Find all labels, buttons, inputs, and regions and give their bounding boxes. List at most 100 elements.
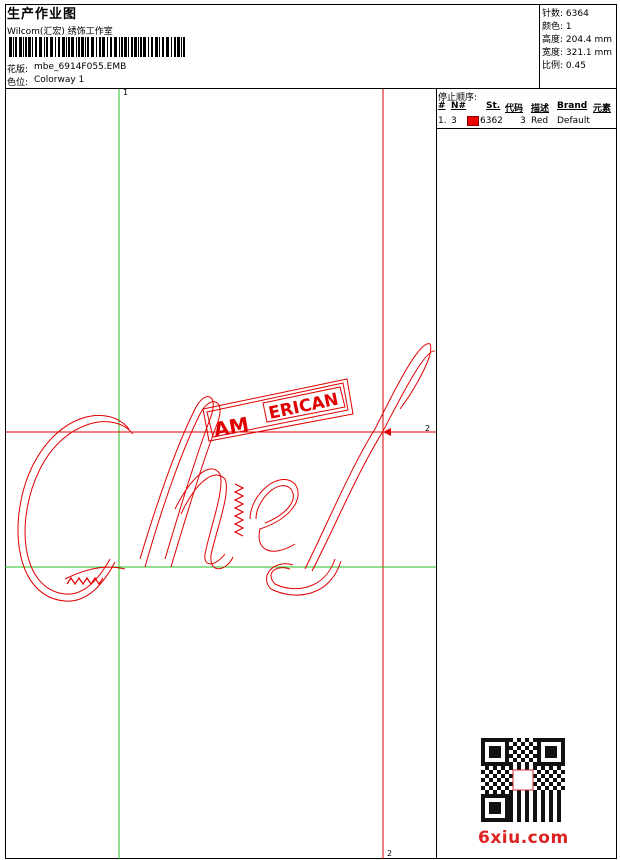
qr-module xyxy=(509,814,513,818)
qr-module xyxy=(493,806,497,810)
qr-module xyxy=(497,810,501,814)
qr-module xyxy=(509,818,513,822)
qr-module xyxy=(485,762,489,766)
qr-module xyxy=(537,750,541,754)
col-needle: N# xyxy=(451,101,467,111)
col-description: 描述 xyxy=(531,104,550,114)
qr-module xyxy=(533,814,537,818)
barcode-bar xyxy=(87,37,89,57)
qr-module xyxy=(517,794,521,798)
qr-module xyxy=(481,786,485,790)
qr-module xyxy=(505,814,509,818)
marker-1: 1 xyxy=(123,89,128,97)
qr-module xyxy=(505,802,509,806)
qr-module xyxy=(517,766,521,770)
qr-module xyxy=(505,786,509,790)
qr-module xyxy=(497,786,501,790)
barcode-bar xyxy=(155,37,158,57)
qr-module xyxy=(545,778,549,782)
colorway-label: 色位: xyxy=(7,78,29,88)
qr-module xyxy=(557,818,561,822)
qr-module xyxy=(561,758,565,762)
barcode-bar xyxy=(9,37,12,57)
qr-module xyxy=(537,738,541,742)
qr-module xyxy=(553,762,557,766)
qr-module xyxy=(493,810,497,814)
barcode xyxy=(9,37,185,57)
qr-module xyxy=(481,802,485,806)
qr-module xyxy=(497,754,501,758)
qr-module xyxy=(533,818,537,822)
watermark: 6xiu.com xyxy=(478,828,569,848)
qr-module xyxy=(509,798,513,802)
qr-module xyxy=(481,818,485,822)
barcode-bar xyxy=(131,37,133,57)
qr-module xyxy=(501,766,505,770)
qr-module xyxy=(545,754,549,758)
design-height: 高度: 204.4 mm xyxy=(542,35,613,45)
qr-code xyxy=(481,738,565,822)
qr-module xyxy=(557,766,561,770)
qr-module xyxy=(509,762,513,766)
qr-module xyxy=(537,742,541,746)
qr-module xyxy=(525,810,529,814)
qr-module xyxy=(505,794,509,798)
qr-module xyxy=(489,746,493,750)
qr-module xyxy=(533,738,537,742)
qr-module xyxy=(481,746,485,750)
qr-module xyxy=(549,754,553,758)
qr-module xyxy=(509,746,513,750)
row-stitches: 6362 xyxy=(480,116,503,126)
qr-module xyxy=(557,814,561,818)
barcode-bar xyxy=(174,37,176,57)
qr-module xyxy=(489,806,493,810)
qr-module xyxy=(541,794,545,798)
qr-module xyxy=(489,778,493,782)
qr-logo xyxy=(512,769,534,791)
qr-module xyxy=(489,762,493,766)
stats-divider xyxy=(539,4,540,89)
barcode-bar xyxy=(128,37,129,57)
qr-module xyxy=(501,790,505,794)
qr-module xyxy=(517,806,521,810)
qr-module xyxy=(549,810,553,814)
barcode-bar xyxy=(55,37,56,57)
qr-module xyxy=(501,794,505,798)
qr-module xyxy=(513,742,517,746)
qr-module xyxy=(481,778,485,782)
design-width: 宽度: 321.1 mm xyxy=(542,48,613,58)
qr-module xyxy=(541,782,545,786)
qr-module xyxy=(541,814,545,818)
qr-module xyxy=(509,810,513,814)
qr-module xyxy=(485,738,489,742)
stop-panel-row-divider xyxy=(436,128,617,129)
qr-module xyxy=(549,794,553,798)
qr-module xyxy=(533,746,537,750)
qr-module xyxy=(525,818,529,822)
barcode-bar xyxy=(58,37,60,57)
qr-module xyxy=(505,798,509,802)
qr-module xyxy=(497,802,501,806)
row-code: 3 xyxy=(520,116,526,126)
qr-module xyxy=(553,746,557,750)
barcode-bar xyxy=(28,37,31,57)
qr-module xyxy=(553,738,557,742)
qr-module xyxy=(493,802,497,806)
qr-module xyxy=(501,782,505,786)
qr-module xyxy=(497,818,501,822)
qr-module xyxy=(525,790,529,794)
qr-module xyxy=(525,794,529,798)
qr-module xyxy=(529,750,533,754)
qr-module xyxy=(493,746,497,750)
qr-module xyxy=(525,754,529,758)
qr-module xyxy=(517,746,521,750)
design-scale: 比例: 0.45 xyxy=(542,61,586,71)
qr-module xyxy=(553,778,557,782)
qr-module xyxy=(561,750,565,754)
barcode-bar xyxy=(114,37,117,57)
col-element: 元素 xyxy=(593,104,612,114)
qr-module xyxy=(533,790,537,794)
barcode-bar xyxy=(151,37,153,57)
barcode-bar xyxy=(32,37,33,57)
qr-module xyxy=(517,754,521,758)
